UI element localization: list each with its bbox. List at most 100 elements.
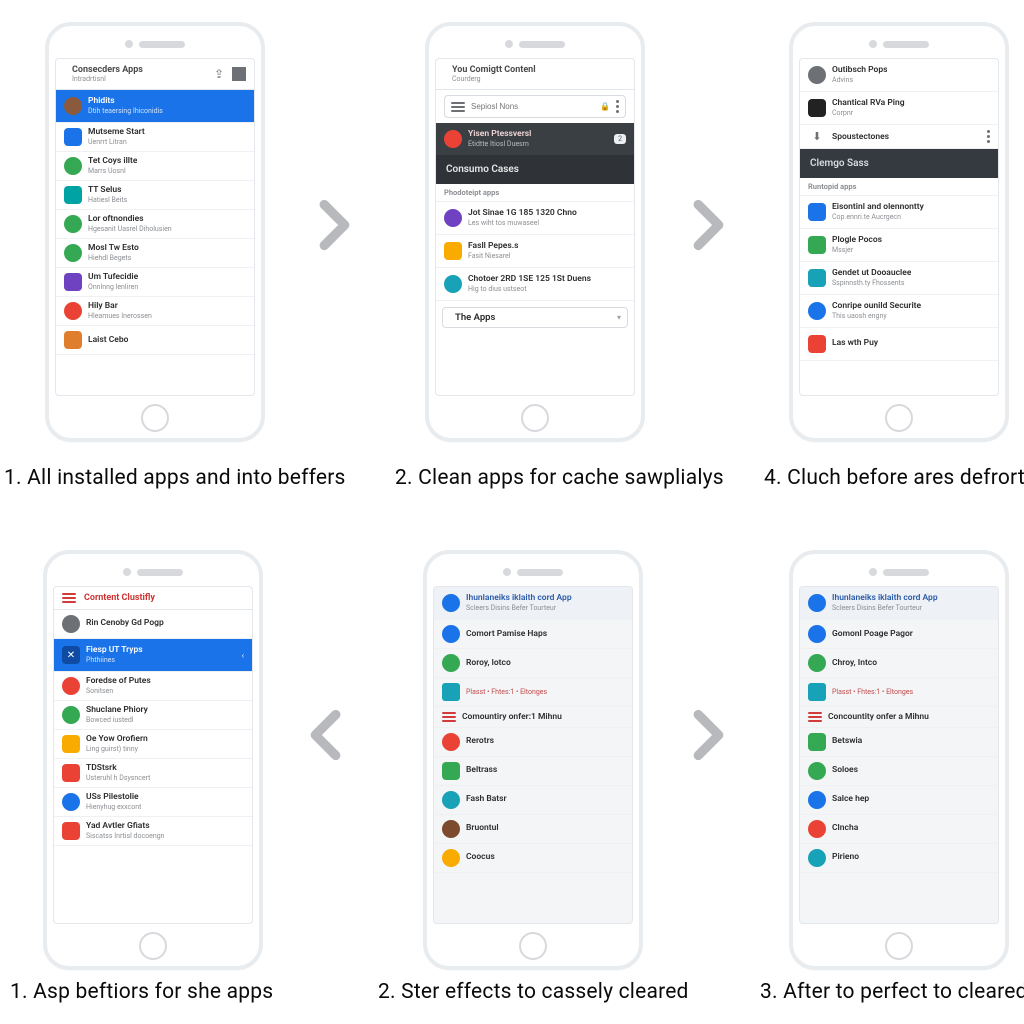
row-title: Betswia — [832, 737, 862, 747]
lock-icon: 🔒 — [600, 102, 610, 111]
category-tab[interactable]: Consumo Cases — [436, 155, 634, 184]
row-title: Mosl Tw Esto — [88, 244, 139, 254]
list-item[interactable]: Concountity onfer a Mihnu — [800, 707, 998, 728]
footer-card[interactable]: The Apps ▾ — [442, 307, 628, 328]
arrow-right-2 — [672, 190, 742, 260]
list-item[interactable]: Salce hep — [800, 786, 998, 815]
list-item[interactable]: USs PilestolieHienyhug exxcont — [54, 788, 252, 817]
list-item[interactable]: Pirieno — [800, 844, 998, 873]
hamburger-icon[interactable] — [451, 102, 465, 112]
list-item[interactable]: Gendet ut DooaucleeSspinnsth.ty Fhossent… — [800, 262, 998, 295]
row-title: Yisen Ptessversl — [468, 130, 531, 140]
search-bar[interactable]: 🔒 — [444, 95, 626, 118]
app-header: Ihunlaneiks iklaith cord App Scleers Dis… — [434, 587, 632, 620]
row-badge: 2 — [614, 134, 626, 144]
category-tab[interactable]: Clemgo Sass — [800, 149, 998, 178]
list-item[interactable]: Beltrass — [434, 757, 632, 786]
dark-app-row[interactable]: Yisen Ptessversl Etidtte Itiosl Duesrn 2 — [436, 123, 634, 155]
hamburger-icon — [442, 712, 456, 722]
list-item[interactable]: Comort Pamise Haps — [434, 620, 632, 649]
list-item[interactable]: Foredse of PutesSonitsen — [54, 672, 252, 701]
avatar-icon[interactable] — [232, 67, 246, 81]
list-item[interactable]: Mosl Tw EstoHiehdl Begets — [56, 239, 254, 268]
list-item[interactable]: Rin Cenoby Gd Pogp — [54, 610, 252, 639]
legend-row: Plasst • Fhtes:1 • Eltonges — [434, 678, 632, 707]
search-input[interactable] — [471, 102, 594, 111]
folder-icon — [808, 683, 826, 701]
screen-6: Ihunlaneiks iklaith cord App Scleers Dis… — [799, 586, 999, 924]
caption-6: 3. After to perfect to cleared — [760, 980, 1024, 1004]
list-item[interactable]: Laist Cebo — [56, 326, 254, 355]
row-sub: Hiehdl Begets — [88, 254, 139, 262]
list-item[interactable]: Clncha — [800, 815, 998, 844]
arrow-right-1 — [298, 190, 368, 260]
row-title: Oe Yow Orofiern — [86, 735, 148, 745]
list-item[interactable]: Chroy, Intco — [800, 649, 998, 678]
list-item[interactable]: Las wth Puy — [800, 328, 998, 361]
list-item[interactable]: Outibsch PopsAdvins — [800, 59, 998, 92]
home-button[interactable] — [519, 932, 547, 960]
kebab-icon[interactable] — [616, 100, 619, 113]
list-item[interactable]: Fasll Pepes.sFasit Niesarel — [436, 235, 634, 268]
list-item[interactable]: Chotoer 2RD 1SE 125 1St DuensHig to dius… — [436, 268, 634, 301]
app-header: Consecders Apps Intradrtisnl ⇪ — [56, 59, 254, 90]
row-title: Comountiry onfer:1 Mihnu — [462, 712, 562, 722]
list-item[interactable]: Hily BarHleamues Inerossen — [56, 297, 254, 326]
kebab-icon[interactable] — [987, 130, 990, 143]
app-title: Ihunlaneiks iklaith cord App — [466, 594, 572, 604]
list-item[interactable]: Soloes — [800, 757, 998, 786]
list-item[interactable]: Rerotrs — [434, 728, 632, 757]
caption-5: 2. Ster effects to cassely cleared — [378, 980, 689, 1004]
list-item[interactable]: Plogle PocosMssjer — [800, 229, 998, 262]
list-item[interactable]: TDStsrkUsteruhl h Dsysncert — [54, 759, 252, 788]
list-item[interactable]: Oe Yow OrofiernLing guirst) tinny — [54, 730, 252, 759]
selected-app-row[interactable]: Phidits Dtih teaersing Ihiconidis — [56, 90, 254, 123]
hamburger-icon[interactable] — [62, 593, 76, 603]
phone-speaker — [55, 36, 255, 52]
app-icon — [808, 66, 826, 84]
list-item[interactable]: Eisontinl and olennonttyCop.ennri.te Auc… — [800, 196, 998, 229]
list-item[interactable]: Betswia — [800, 728, 998, 757]
app-icon — [808, 302, 826, 320]
home-button[interactable] — [885, 404, 913, 432]
list-item[interactable]: Fash Batsr — [434, 786, 632, 815]
list-item[interactable]: Roroy, lotco — [434, 649, 632, 678]
list-item[interactable]: Um TufecidieOnnlnng lenliren — [56, 268, 254, 297]
row-title: Rerotrs — [466, 737, 494, 747]
row-sub: Dtih teaersing Ihiconidis — [88, 107, 163, 115]
home-button[interactable] — [521, 404, 549, 432]
list-item[interactable]: Coocus — [434, 844, 632, 873]
settings-row[interactable]: ⬇ Spoustectones — [800, 125, 998, 149]
home-button[interactable] — [885, 932, 913, 960]
section-label: Phodoteipt apps — [436, 184, 634, 202]
hamburger-icon — [808, 712, 822, 722]
row-sub: Fasit Niesarel — [468, 252, 518, 260]
list-item[interactable]: Lor oftnondiesHgesanit Uasrel Diholusien — [56, 210, 254, 239]
home-button[interactable] — [139, 932, 167, 960]
list-item[interactable]: Yad Avtler GfiatsSiscatss Inrtisl docoen… — [54, 817, 252, 846]
phone-speaker — [433, 564, 633, 580]
row-sub: Uenrrt Litran — [88, 138, 145, 146]
selected-app-row[interactable]: ✕ Fiesp UT Tryps Phthiines ‹ — [54, 639, 252, 672]
home-button[interactable] — [141, 404, 169, 432]
list-item[interactable]: Bruontul — [434, 815, 632, 844]
list-item[interactable]: Jot Sinae 1G 185 1320 ChnoLes wiht tos m… — [436, 202, 634, 235]
app-header: Ihunlaneiks iklaith cord App Scleers Dis… — [800, 587, 998, 620]
list-item[interactable]: Tet Coys illteMarrs Uosnl — [56, 152, 254, 181]
list-item[interactable]: Shuclane PhioryBowced iustedl — [54, 701, 252, 730]
row-sub: Usteruhl h Dsysncert — [86, 774, 150, 782]
step-1: Consecders Apps Intradrtisnl ⇪ Phidits D… — [40, 22, 270, 442]
list-item[interactable]: Gomonl Poage Pagor — [800, 620, 998, 649]
app-icon — [442, 733, 460, 751]
app-title: You Comigtt Contenl — [452, 65, 536, 75]
share-icon[interactable]: ⇪ — [214, 67, 224, 81]
row-title: Conripe ounild Securite — [832, 302, 921, 312]
list-item[interactable]: Conripe ounild SecuriteThis uaosh engny — [800, 295, 998, 328]
screen-4: Corntent Clustifly Rin Cenoby Gd Pogp ✕ … — [53, 586, 253, 924]
list-item[interactable]: TT SelusHatiesl Beits — [56, 181, 254, 210]
list-item[interactable]: Chantical RVa PingCorpnr — [800, 92, 998, 125]
app-icon — [64, 331, 82, 349]
list-item[interactable]: Mutseme StartUenrrt Litran — [56, 123, 254, 152]
phone-frame: Outibsch PopsAdvinsChantical RVa PingCor… — [789, 22, 1009, 442]
list-item[interactable]: Comountiry onfer:1 Mihnu — [434, 707, 632, 728]
